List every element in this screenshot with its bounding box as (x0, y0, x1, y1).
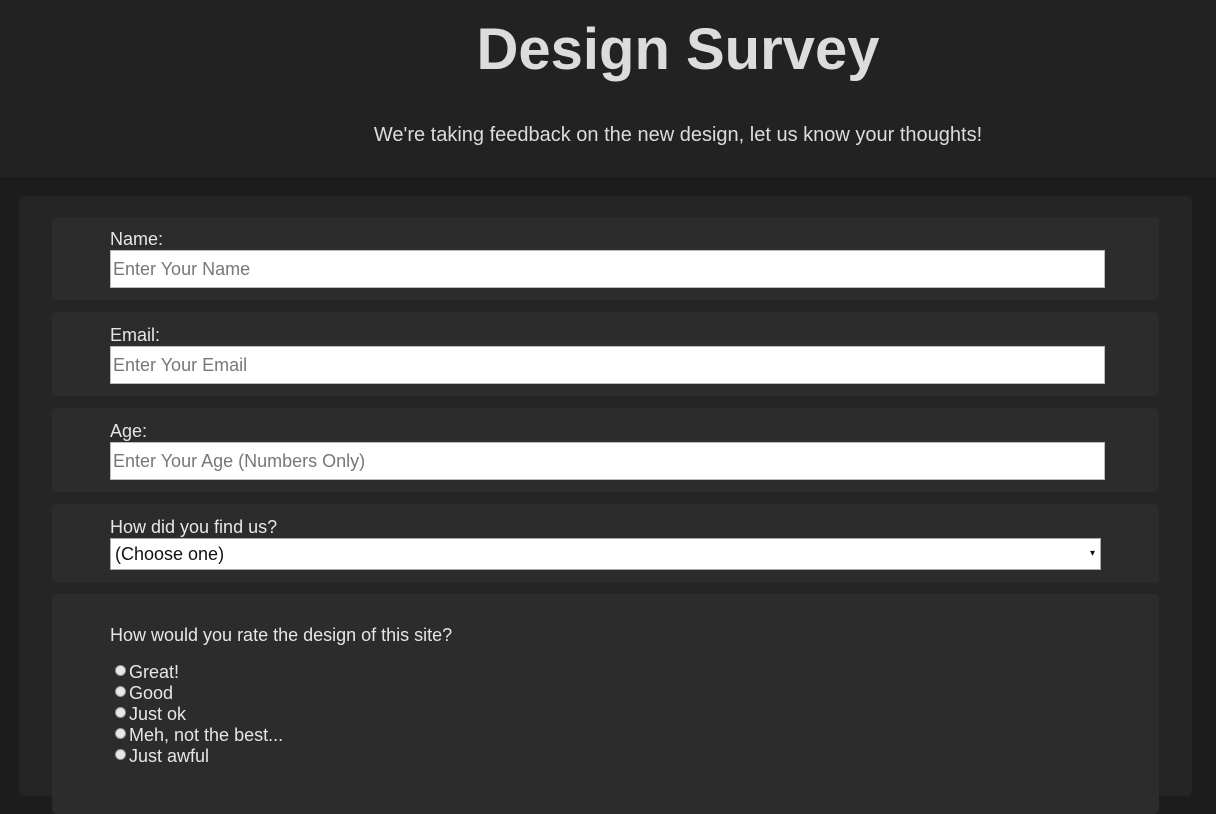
page-header: Design Survey We're taking feedback on t… (0, 0, 1216, 177)
rating-option[interactable]: Good (115, 683, 173, 704)
rating-option-label: Just awful (129, 746, 210, 766)
survey-form: Name: Email: Age: How did you find us? (… (19, 196, 1192, 814)
rating-option-label: Good (129, 683, 174, 703)
name-group: Name: (52, 217, 1159, 300)
age-label: Age: (110, 421, 148, 441)
page-subtitle: We're taking feedback on the new design,… (373, 124, 983, 146)
radio-button[interactable] (115, 728, 126, 739)
rating-option[interactable]: Just ok (115, 704, 186, 725)
rating-option[interactable]: Just awful (115, 746, 209, 767)
name-label: Name: (110, 229, 164, 249)
source-select[interactable]: (Choose one) ▾ (110, 538, 1101, 570)
radio-button[interactable] (115, 707, 126, 718)
radio-button[interactable] (115, 749, 126, 760)
radio-button[interactable] (115, 686, 126, 697)
rating-option-label: Just ok (129, 704, 187, 724)
source-label: How did you find us? (110, 517, 278, 537)
page-title: Design Survey (476, 17, 880, 82)
rating-option-label: Meh, not the best... (129, 725, 284, 745)
chevron-down-icon: ▾ (1089, 548, 1095, 559)
rating-option[interactable]: Great! (115, 662, 179, 683)
email-input[interactable] (110, 346, 1105, 384)
email-label: Email: (110, 325, 161, 345)
email-group: Email: (52, 312, 1159, 396)
rating-question: How would you rate the design of this si… (110, 625, 453, 645)
rating-option[interactable]: Meh, not the best... (115, 725, 283, 746)
age-group: Age: (52, 408, 1159, 492)
source-group: How did you find us? (Choose one) ▾ (52, 504, 1159, 583)
rating-option-label: Great! (129, 662, 180, 682)
age-input[interactable] (110, 442, 1105, 480)
rating-group: How would you rate the design of this si… (52, 594, 1159, 814)
radio-button[interactable] (115, 665, 126, 676)
source-select-value: (Choose one) (115, 544, 225, 564)
name-input[interactable] (110, 250, 1105, 288)
